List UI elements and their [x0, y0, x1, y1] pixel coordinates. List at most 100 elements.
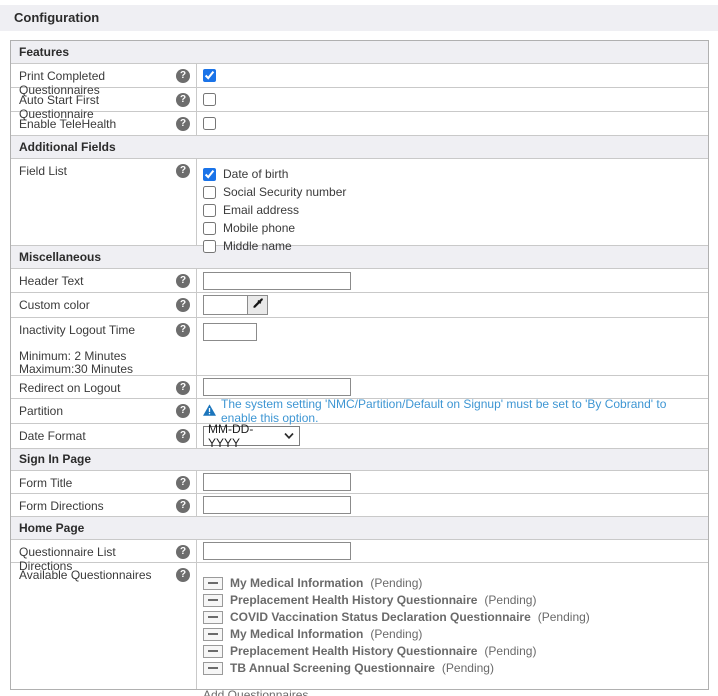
questionnaire-list: My Medical Information (Pending) Preplac…: [203, 568, 702, 675]
help-icon[interactable]: ?: [176, 499, 190, 513]
field-list-option-date-of-birth: Date of birth: [203, 167, 346, 181]
drag-handle-icon[interactable]: [203, 594, 223, 607]
header-text-input[interactable]: [203, 272, 351, 290]
row-form-title: Form Title ?: [11, 471, 708, 494]
field-label: Partition: [19, 404, 63, 418]
row-available-questionnaires: Available Questionnaires ? My Medical In…: [11, 563, 708, 689]
option-label: Middle name: [223, 239, 292, 253]
field-label: Date Format: [19, 429, 86, 443]
selected-value: MM-DD-YYYY: [208, 422, 284, 450]
help-icon[interactable]: ?: [176, 545, 190, 559]
field-label: Form Title: [19, 476, 72, 490]
questionnaire-status: (Pending): [538, 610, 590, 624]
field-label: Field List: [19, 164, 67, 178]
help-icon[interactable]: ?: [176, 323, 190, 337]
eyedropper-button[interactable]: [247, 296, 267, 314]
redirect-on-logout-input[interactable]: [203, 378, 351, 396]
row-custom-color: Custom color ?: [11, 293, 708, 318]
help-icon[interactable]: ?: [176, 404, 190, 418]
questionnaire-status: (Pending): [442, 661, 494, 675]
questionnaire-name: TB Annual Screening Questionnaire: [230, 661, 435, 675]
help-icon[interactable]: ?: [176, 117, 190, 131]
questionnaire-list-directions-input[interactable]: [203, 542, 351, 560]
eyedropper-icon: [252, 298, 264, 313]
mobile-phone-checkbox[interactable]: [203, 222, 216, 235]
form-title-input[interactable]: [203, 473, 351, 491]
inactivity-logout-time-input[interactable]: [203, 323, 257, 341]
field-list-options: Date of birth Social Security number Ema…: [203, 164, 346, 259]
row-enable-telehealth: Enable TeleHealth ?: [11, 112, 708, 136]
section-header-home-page: Home Page: [11, 517, 708, 540]
field-label: Custom color: [19, 298, 90, 312]
questionnaire-item: Preplacement Health History Questionnair…: [203, 644, 702, 658]
option-label: Email address: [223, 203, 299, 217]
auto-start-first-questionnaire-checkbox[interactable]: [203, 93, 216, 106]
section-header-additional-fields: Additional Fields: [11, 136, 708, 159]
field-list-option-middle-name: Middle name: [203, 239, 346, 253]
print-completed-questionnaires-checkbox[interactable]: [203, 69, 216, 82]
help-icon[interactable]: ?: [176, 69, 190, 83]
questionnaire-status: (Pending): [484, 593, 536, 607]
option-label: Date of birth: [223, 167, 288, 181]
email-address-checkbox[interactable]: [203, 204, 216, 217]
drag-handle-icon[interactable]: [203, 645, 223, 658]
field-label: Inactivity Logout Time: [19, 323, 135, 337]
help-icon[interactable]: ?: [176, 93, 190, 107]
help-icon[interactable]: ?: [176, 274, 190, 288]
chevron-down-icon: [284, 433, 294, 439]
field-label: Form Directions: [19, 499, 104, 513]
custom-color-picker[interactable]: [203, 295, 268, 315]
row-inactivity-logout-time: Inactivity Logout Time ? Minimum: 2 Minu…: [11, 318, 708, 376]
questionnaire-status: (Pending): [370, 627, 422, 641]
questionnaire-item: TB Annual Screening Questionnaire (Pendi…: [203, 661, 702, 675]
questionnaire-name: COVID Vaccination Status Declaration Que…: [230, 610, 531, 624]
drag-handle-icon[interactable]: [203, 611, 223, 624]
field-label: Header Text: [19, 274, 83, 288]
questionnaire-status: (Pending): [484, 644, 536, 658]
help-icon[interactable]: ?: [176, 476, 190, 490]
row-partition: Partition ? The system setting 'NMC/Part…: [11, 399, 708, 424]
help-icon[interactable]: ?: [176, 429, 190, 443]
drag-handle-icon[interactable]: [203, 577, 223, 590]
option-label: Social Security number: [223, 185, 346, 199]
help-icon[interactable]: ?: [176, 164, 190, 178]
field-label: Available Questionnaires: [19, 568, 152, 582]
add-questionnaires-link[interactable]: Add Questionnaires: [203, 688, 308, 696]
row-auto-start-first-questionnaire: Auto Start First Questionnaire ?: [11, 88, 708, 112]
questionnaire-name: My Medical Information: [230, 627, 363, 641]
questionnaire-item: My Medical Information (Pending): [203, 627, 702, 641]
page-title: Configuration: [0, 5, 718, 31]
questionnaire-name: Preplacement Health History Questionnair…: [230, 593, 477, 607]
row-date-format: Date Format ? MM-DD-YYYY: [11, 424, 708, 449]
questionnaire-status: (Pending): [370, 576, 422, 590]
section-header-sign-in-page: Sign In Page: [11, 449, 708, 471]
questionnaire-item: COVID Vaccination Status Declaration Que…: [203, 610, 702, 624]
row-questionnaire-list-directions: Questionnaire List Directions ?: [11, 540, 708, 563]
help-icon[interactable]: ?: [176, 568, 190, 582]
warning-triangle-icon: [203, 404, 216, 419]
row-print-completed-questionnaires: Print Completed Questionnaires ?: [11, 64, 708, 88]
row-field-list: Field List ? Date of birth Social Securi…: [11, 159, 708, 246]
inactivity-limits: Minimum: 2 Minutes Maximum:30 Minutes: [19, 350, 170, 376]
section-header-features: Features: [11, 41, 708, 64]
row-header-text: Header Text ?: [11, 269, 708, 293]
help-icon[interactable]: ?: [176, 298, 190, 312]
section-header-miscellaneous: Miscellaneous: [11, 246, 708, 269]
maximum-note: Maximum:30 Minutes: [19, 363, 170, 376]
drag-handle-icon[interactable]: [203, 662, 223, 675]
social-security-number-checkbox[interactable]: [203, 186, 216, 199]
middle-name-checkbox[interactable]: [203, 240, 216, 253]
date-format-select[interactable]: MM-DD-YYYY: [203, 426, 300, 446]
enable-telehealth-checkbox[interactable]: [203, 117, 216, 130]
option-label: Mobile phone: [223, 221, 295, 235]
configuration-table: Features Print Completed Questionnaires …: [10, 40, 709, 690]
questionnaire-name: My Medical Information: [230, 576, 363, 590]
date-of-birth-checkbox[interactable]: [203, 168, 216, 181]
questionnaire-item: My Medical Information (Pending): [203, 576, 702, 590]
questionnaire-name: Preplacement Health History Questionnair…: [230, 644, 477, 658]
row-redirect-on-logout: Redirect on Logout ?: [11, 376, 708, 399]
form-directions-input[interactable]: [203, 496, 351, 514]
field-label: Enable TeleHealth: [19, 117, 116, 131]
drag-handle-icon[interactable]: [203, 628, 223, 641]
help-icon[interactable]: ?: [176, 381, 190, 395]
